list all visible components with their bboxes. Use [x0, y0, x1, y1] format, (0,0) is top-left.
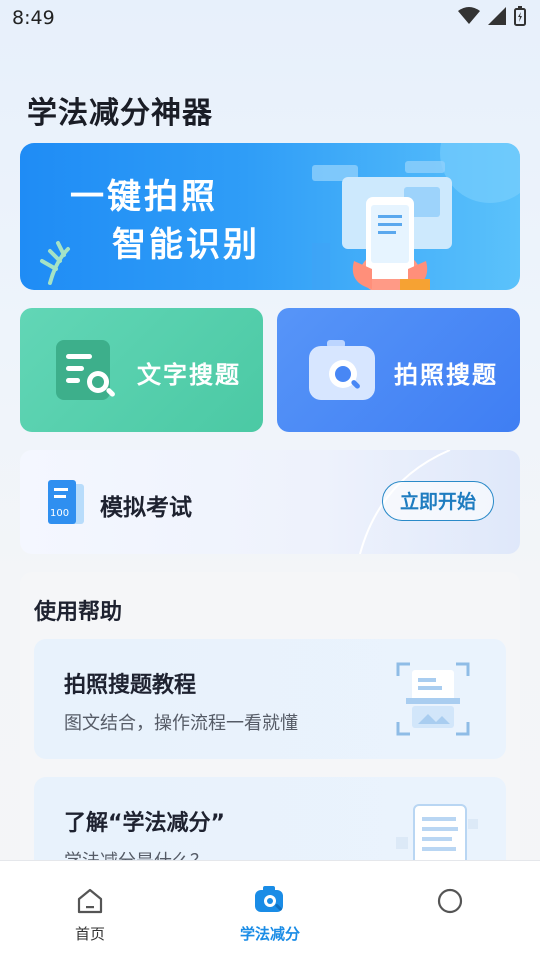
start-exam-button[interactable]: 立即开始 [382, 481, 494, 521]
signal-icon [488, 7, 506, 25]
exam-icon-number: 100 [50, 508, 69, 519]
status-time: 8:49 [12, 7, 55, 29]
camera-search-icon [309, 340, 375, 400]
help-item-title: 了解“学法减分” [64, 811, 225, 836]
bottom-tab-bar: 首页 学法减分 [0, 860, 540, 961]
help-item-about[interactable]: 了解“学法减分” 学法减分是什么？ [34, 777, 506, 872]
home-icon [77, 888, 103, 914]
battery-icon [514, 6, 526, 26]
mock-exam-card[interactable]: 100 模拟考试 立即开始 [20, 450, 520, 554]
profile-icon [437, 888, 463, 914]
help-item-photo-tutorial[interactable]: 拍照搜题教程 图文结合，操作流程一看就懂 [34, 639, 506, 759]
banner-subheadline: 智能识别 [112, 225, 260, 265]
text-search-label: 文字搜题 [137, 361, 241, 389]
promo-banner[interactable]: 一键拍照 智能识别 [20, 143, 520, 290]
text-search-icon [56, 340, 115, 400]
photo-search-label: 拍照搜题 [394, 361, 498, 389]
help-section-title: 使用帮助 [34, 600, 123, 625]
exam-paper-icon: 100 [48, 480, 84, 524]
text-search-button[interactable]: 文字搜题 [20, 308, 263, 432]
tab-xuefa[interactable]: 学法减分 [200, 861, 340, 961]
camera-icon [255, 886, 283, 912]
tab-label: 首页 [74, 925, 105, 943]
tab-home[interactable]: 首页 [20, 861, 160, 961]
status-icons [458, 6, 526, 26]
help-item-desc: 图文结合，操作流程一看就懂 [64, 713, 298, 734]
tab-profile[interactable] [380, 861, 520, 961]
photo-search-button[interactable]: 拍照搜题 [277, 308, 520, 432]
mock-exam-label: 模拟考试 [100, 495, 192, 521]
page-title: 学法减分神器 [27, 96, 213, 131]
help-item-title: 拍照搜题教程 [64, 673, 197, 698]
banner-headline: 一键拍照 [70, 177, 218, 217]
help-section: 使用帮助 拍照搜题教程 图文结合，操作流程一看就懂 了解“学法减分” 学法减分是… [20, 572, 520, 872]
scan-document-icon [396, 662, 470, 736]
status-bar: 8:49 [0, 0, 540, 38]
wifi-icon [458, 7, 480, 24]
tab-label: 学法减分 [239, 925, 300, 943]
